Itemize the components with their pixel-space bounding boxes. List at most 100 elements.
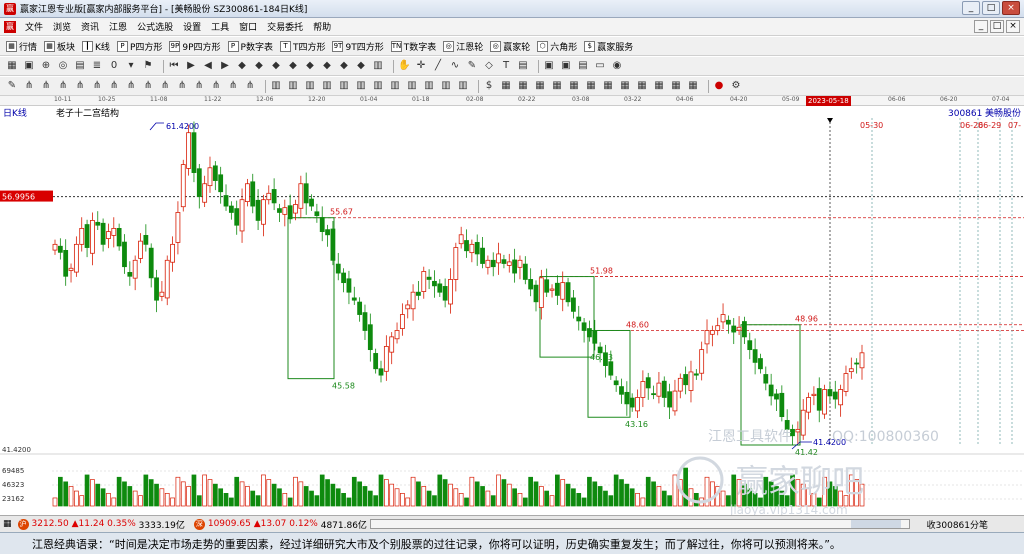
bar-chart-icon[interactable]: ▥ (287, 80, 299, 92)
gann-fan-icon[interactable]: ⋔ (244, 80, 256, 92)
crosshair-icon[interactable]: ✛ (415, 60, 427, 72)
menu-window[interactable]: 窗口 (234, 20, 262, 33)
grid-icon[interactable]: ▦ (500, 80, 512, 92)
line-icon[interactable]: ╱ (432, 60, 444, 72)
grid-icon[interactable]: ▦ (636, 80, 648, 92)
grid-icon[interactable]: ▦ (602, 80, 614, 92)
scrollbar-thumb[interactable] (851, 520, 901, 528)
child-restore-button[interactable]: □ (990, 20, 1004, 33)
grid-view-icon[interactable]: ▦ (6, 60, 18, 72)
layers-icon[interactable]: ▤ (517, 60, 529, 72)
toolbar-winner-wheel-button[interactable]: ◎ 赢家轮 (490, 40, 530, 53)
menu-logo-icon[interactable]: 赢 (4, 20, 16, 33)
menu-settings[interactable]: 设置 (178, 20, 206, 33)
first-icon[interactable]: ⏮ (168, 60, 180, 72)
toolbar-hexagon-button[interactable]: ⬡ 六角形 (537, 40, 577, 53)
gann-fan-icon[interactable]: ⋔ (142, 80, 154, 92)
sh-index-panel[interactable]: ▦ 沪 3212.50 ▲11.24 0.35% 3333.19亿 (0, 518, 185, 531)
menu-browse[interactable]: 浏览 (48, 20, 76, 33)
diamond-icon[interactable]: ◆ (287, 60, 299, 72)
pen-icon[interactable]: ✎ (466, 60, 478, 72)
menu-tools[interactable]: 工具 (206, 20, 234, 33)
gann-fan-icon[interactable]: ⋔ (108, 80, 120, 92)
sz-index-panel[interactable]: 深 10909.65 ▲13.07 0.12% 4871.86亿 (191, 518, 367, 531)
minimize-button[interactable]: _ (962, 1, 980, 15)
monitor-icon[interactable]: ▭ (594, 60, 606, 72)
diamond-icon[interactable]: ◆ (321, 60, 333, 72)
gann-fan-icon[interactable]: ⋔ (176, 80, 188, 92)
record-icon[interactable]: ● (713, 80, 725, 92)
gann-fan-icon[interactable]: ⋔ (193, 80, 205, 92)
shape-icon[interactable]: ◇ (483, 60, 495, 72)
toolbar-gann-wheel-button[interactable]: ◎ 江恩轮 (443, 40, 483, 53)
kline-chart-svg[interactable]: 日K线 老子十二宫结构 300861 美畅股份 56.9956 55.67 51.98 48.… (0, 106, 1024, 515)
gann-fan-icon[interactable]: ⋔ (74, 80, 86, 92)
gann-fan-icon[interactable]: ⋔ (40, 80, 52, 92)
grid-icon[interactable]: ▦ (653, 80, 665, 92)
gann-fan-icon[interactable]: ⋔ (125, 80, 137, 92)
bar-chart-icon[interactable]: ▥ (406, 80, 418, 92)
bar-chart-icon[interactable]: ▥ (457, 80, 469, 92)
toolbar-sector-button[interactable]: ▦ 板块 (44, 40, 75, 53)
bar-chart-icon[interactable]: ▥ (423, 80, 435, 92)
toolbar-t-number-table-button[interactable]: TN T数字表 (390, 40, 436, 53)
camera-icon[interactable]: ◉ (611, 60, 623, 72)
tick-data-label[interactable]: 收300861分笔 (927, 518, 988, 531)
bar-chart-icon[interactable]: ▥ (304, 80, 316, 92)
gann-fan-icon[interactable]: ⋔ (159, 80, 171, 92)
text-icon[interactable]: T (500, 60, 512, 72)
gann-fan-icon[interactable]: ⋔ (57, 80, 69, 92)
toolbar-9p-square-button[interactable]: 9P 9P四方形 (169, 40, 221, 53)
horizontal-scrollbar[interactable] (370, 519, 910, 529)
target-icon[interactable]: ◎ (57, 60, 69, 72)
menu-file[interactable]: 文件 (20, 20, 48, 33)
bar-chart-icon[interactable]: ▥ (338, 80, 350, 92)
arrow-left-icon[interactable]: ◀ (202, 60, 214, 72)
child-close-button[interactable]: × (1006, 20, 1020, 33)
grid-icon[interactable]: ▦ (585, 80, 597, 92)
grid-icon[interactable]: ▦ (568, 80, 580, 92)
child-minimize-button[interactable]: _ (974, 20, 988, 33)
diamond-icon[interactable]: ◆ (355, 60, 367, 72)
toolbar-p-square-button[interactable]: P P四方形 (116, 40, 162, 53)
settings-icon[interactable]: ⚙ (730, 80, 742, 92)
pencil-icon[interactable]: ✎ (6, 80, 18, 92)
toolbar-p-number-table-button[interactable]: P P数字表 (227, 40, 273, 53)
toolbar-quotes-button[interactable]: ▦ 行情 (6, 40, 37, 53)
grid-icon[interactable]: ▦ (551, 80, 563, 92)
diamond-icon[interactable]: ◆ (338, 60, 350, 72)
dropdown-icon[interactable]: ▾ (125, 60, 137, 72)
save-icon[interactable]: ▣ (560, 60, 572, 72)
diamond-icon[interactable]: ◆ (304, 60, 316, 72)
close-button[interactable]: × (1002, 1, 1020, 15)
dollar-icon[interactable]: $ (483, 80, 495, 92)
bar-chart-icon[interactable]: ▥ (440, 80, 452, 92)
grid-icon[interactable]: ▦ (687, 80, 699, 92)
toolbar-t-square-button[interactable]: T T四方形 (279, 40, 325, 53)
list-icon[interactable]: ≣ (91, 60, 103, 72)
grid-icon[interactable]: ▦ (670, 80, 682, 92)
flag-icon[interactable]: ⚑ (142, 60, 154, 72)
bar-chart-icon[interactable]: ▥ (321, 80, 333, 92)
diamond-icon[interactable]: ◆ (236, 60, 248, 72)
bar-chart-icon[interactable]: ▥ (389, 80, 401, 92)
maximize-button[interactable]: □ (982, 1, 1000, 15)
gann-fan-icon[interactable]: ⋔ (227, 80, 239, 92)
print-icon[interactable]: ▤ (577, 60, 589, 72)
compass-icon[interactable]: ⊕ (40, 60, 52, 72)
grid-icon[interactable]: ▦ (619, 80, 631, 92)
menu-formula[interactable]: 公式选股 (132, 20, 178, 33)
toolbar-9t-square-button[interactable]: 9T 9T四方形 (332, 40, 384, 53)
menu-help[interactable]: 帮助 (308, 20, 336, 33)
zero-icon[interactable]: 0 (108, 60, 120, 72)
toolbar-service-button[interactable]: $ 赢家服务 (584, 40, 633, 53)
hand-icon[interactable]: ✋ (398, 60, 410, 72)
gann-fan-icon[interactable]: ⋔ (210, 80, 222, 92)
diamond-icon[interactable]: ◆ (253, 60, 265, 72)
layout-icon[interactable]: ▤ (74, 60, 86, 72)
wave-icon[interactable]: ∿ (449, 60, 461, 72)
gann-fan-icon[interactable]: ⋔ (91, 80, 103, 92)
save-icon[interactable]: ▣ (543, 60, 555, 72)
menu-gann[interactable]: 江恩 (104, 20, 132, 33)
bar-chart-icon[interactable]: ▥ (270, 80, 282, 92)
